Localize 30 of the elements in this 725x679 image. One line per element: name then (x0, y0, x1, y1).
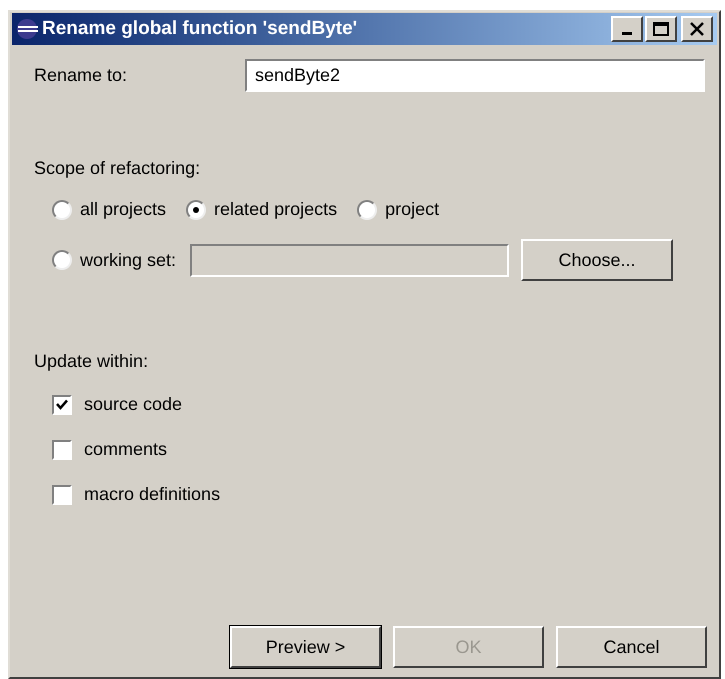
rename-field[interactable]: sendByte2 (245, 59, 705, 92)
checkbox[interactable] (52, 484, 72, 504)
scope-label: Scope of refactoring: (34, 157, 202, 180)
update-label: Update within: (34, 350, 150, 373)
checkbox[interactable] (52, 394, 72, 414)
check-icon (56, 398, 68, 410)
checkbox[interactable] (52, 440, 72, 460)
radio-label: related projects (214, 198, 338, 221)
radio-label: project (385, 198, 440, 221)
radio-label: all projects (80, 198, 166, 221)
app-icon (16, 18, 38, 40)
maximize-button[interactable] (645, 16, 677, 42)
radio-button[interactable] (52, 200, 72, 220)
radio-button[interactable] (186, 200, 206, 220)
rename-label: Rename to: (34, 64, 128, 87)
close-icon (690, 22, 704, 36)
radio-label: working set: (80, 248, 176, 272)
dialog-button[interactable]: Preview > (230, 626, 381, 668)
checkbox-label: comments (84, 438, 168, 461)
checkbox-label: macro definitions (84, 483, 220, 506)
dialog-button[interactable]: Cancel (556, 626, 707, 668)
maximize-icon (653, 22, 669, 36)
checkbox-label: source code (84, 393, 182, 416)
radio-button[interactable] (357, 200, 378, 220)
choose-button[interactable]: Choose... (521, 239, 674, 281)
minimize-button[interactable] (611, 16, 643, 42)
close-button[interactable] (681, 16, 713, 42)
minimize-icon (622, 32, 632, 35)
radio-button[interactable] (52, 250, 72, 270)
window-title: Rename global function 'sendByte' (42, 16, 358, 41)
